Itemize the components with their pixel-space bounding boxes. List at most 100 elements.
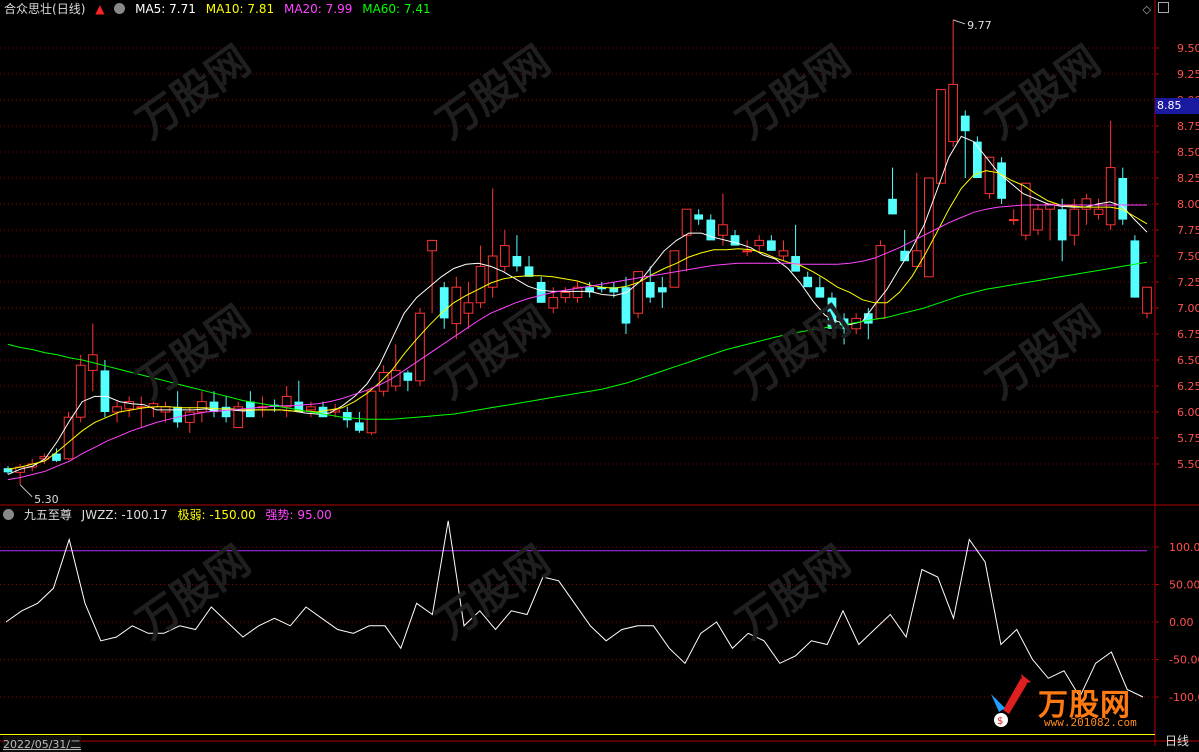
stock-name: 合众思壮	[4, 2, 53, 16]
candle-body-down	[997, 162, 1006, 199]
candle-body-down	[403, 372, 413, 381]
candle-body-up	[754, 239, 765, 247]
candle-body-down	[512, 256, 522, 267]
candle-body-up	[1093, 208, 1104, 215]
candle-body-up	[548, 297, 559, 309]
candle-body-down	[803, 276, 813, 288]
watermark-text: 万股网	[428, 36, 559, 148]
candle-body-up	[948, 83, 958, 143]
candle-body-up	[366, 390, 377, 434]
price-tick-label: 5.50	[1177, 458, 1199, 471]
candle-body-up	[499, 245, 510, 267]
high-pointer	[952, 19, 966, 25]
ind-tick-label: -50.00	[1169, 654, 1199, 667]
candle-body-up	[281, 395, 292, 408]
settings-dropdown-icon[interactable]	[114, 3, 126, 14]
candle-body-up	[1020, 182, 1031, 236]
candle-body-up	[306, 406, 316, 411]
candle-body-down	[645, 282, 655, 298]
price-tick-label: 6.75	[1177, 328, 1199, 341]
candle-body-down	[342, 412, 352, 421]
logo-site: www.201082.com	[1044, 716, 1137, 729]
up-arrow-icon: ▲	[95, 2, 105, 16]
candle-body-down	[863, 313, 873, 324]
price-tick-label: 6.00	[1177, 406, 1199, 419]
candle-body-up	[984, 156, 995, 195]
candle-body-up	[475, 265, 486, 304]
candle-body-up	[1008, 219, 1019, 222]
ind-tick-label: 50.00	[1169, 579, 1199, 592]
candle-body-up	[718, 224, 728, 236]
candle-body-up	[112, 406, 122, 413]
ma10-line	[7, 170, 1148, 470]
watermark-text: 万股网	[128, 296, 259, 408]
candle-body-up	[681, 208, 692, 236]
candle-body-up	[39, 456, 50, 460]
candle-body-up	[451, 286, 462, 325]
watermark-text: 万股网	[128, 536, 259, 648]
jwzz-value: JWZZ: -100.17	[81, 508, 168, 522]
main-chart-header: 合众思壮(日线) ▲ MA5: 7.71 MA10: 7.81 MA20: 7.…	[0, 0, 437, 20]
price-tick-label: 5.75	[1177, 432, 1199, 445]
candle-body-up	[415, 312, 425, 382]
indicator-name: 九五至尊	[23, 508, 72, 522]
candle-body-down	[100, 370, 110, 412]
candle-body-down	[173, 406, 183, 423]
candle-body-up	[669, 250, 680, 288]
current-price-tag: 8.85	[1155, 98, 1199, 114]
candle-body-down	[355, 422, 364, 431]
candle-body-up	[1081, 198, 1092, 210]
price-tick-label: 7.00	[1177, 302, 1199, 315]
watermark-text: 万股网	[428, 536, 559, 648]
candle-body-up	[197, 401, 207, 413]
high-label: 9.77	[967, 19, 992, 32]
candle-body-down	[524, 266, 534, 277]
candle-body-down	[1118, 178, 1128, 220]
watermark-text: 万股网	[728, 296, 859, 408]
ma5-label: MA5: 7.71	[135, 2, 196, 16]
ind-tick-label: 100.00	[1169, 541, 1199, 554]
candle-body-down	[694, 214, 704, 220]
ma20-label: MA20: 7.99	[283, 2, 353, 16]
price-tick-label: 7.25	[1177, 276, 1199, 289]
maximize-icon[interactable]	[1158, 2, 1169, 13]
candle-body-up	[742, 250, 753, 253]
candle-body-down	[536, 282, 546, 303]
strong-value: 强势: 95.00	[265, 508, 332, 522]
weak-value: 极弱: -150.00	[177, 508, 256, 522]
period-button[interactable]: 日线	[1165, 732, 1189, 749]
price-tick-label: 9.25	[1177, 68, 1199, 81]
watermark-text: 万股网	[728, 536, 859, 648]
period-label: (日线)	[52, 2, 86, 16]
price-tick-label: 6.25	[1177, 380, 1199, 393]
ma10-label: MA10: 7.81	[205, 2, 275, 16]
diamond-icon[interactable]: ◇	[1143, 3, 1151, 16]
candle-body-up	[184, 411, 195, 423]
candle-body-up	[778, 250, 789, 257]
ind-tick-label: -100.00	[1169, 691, 1199, 704]
price-tick-label: 7.75	[1177, 224, 1199, 237]
candle-body-down	[1130, 240, 1140, 298]
indicator-header: 九五至尊 JWZZ: -100.17 极弱: -150.00 强势: 95.00	[0, 506, 338, 526]
candle-body-down	[657, 287, 667, 293]
svg-text:$: $	[997, 716, 1003, 727]
candle-body-up	[1105, 167, 1116, 226]
candle-body-up	[463, 302, 474, 314]
price-tick-label: 8.50	[1177, 146, 1199, 159]
candle-body-up	[560, 291, 571, 299]
candle-body-up	[1142, 286, 1152, 314]
logo-mascot-icon: $	[985, 670, 1033, 730]
price-tick-label: 6.50	[1177, 354, 1199, 367]
price-tick-label: 8.75	[1177, 120, 1199, 133]
candle-body-down	[221, 406, 231, 418]
low-label: 5.30	[34, 493, 59, 506]
candle-body-up	[924, 177, 934, 278]
price-tick-label: 7.50	[1177, 250, 1199, 263]
price-tick-label: 8.00	[1177, 198, 1199, 211]
indicator-menu-icon[interactable]	[3, 509, 14, 520]
candle-body-down	[960, 115, 970, 132]
price-tick-label: 8.25	[1177, 172, 1199, 185]
candle-body-down	[1057, 209, 1067, 241]
date-label: 2022/05/31/二	[3, 736, 82, 752]
watermark-text: 万股网	[978, 296, 1109, 408]
